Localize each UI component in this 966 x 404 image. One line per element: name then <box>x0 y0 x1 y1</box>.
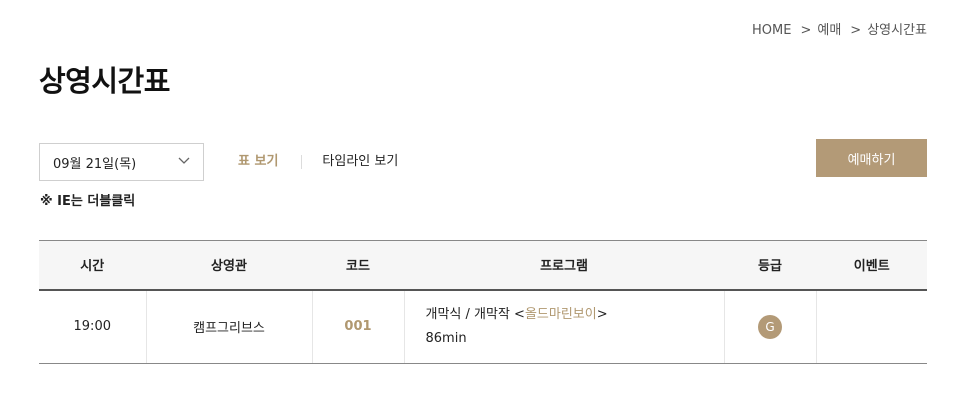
grade-badge-icon: G <box>758 314 782 339</box>
cell-time: 19:00 <box>39 289 146 364</box>
date-select[interactable]: 09월 21일(목) <box>39 143 204 181</box>
cell-venue: 캠프그리브스 <box>145 289 312 364</box>
film-title-link[interactable]: 올드마린보이 <box>525 307 597 322</box>
breadcrumb-current: 상영시간표 <box>867 23 927 38</box>
cell-code: 001 <box>311 289 404 364</box>
breadcrumb-separator: > <box>800 23 812 38</box>
column-header-program: 프로그램 <box>403 240 724 291</box>
cell-grade: G <box>723 289 816 364</box>
breadcrumb: HOME > 예매 > 상영시간표 <box>752 22 927 40</box>
column-header-time: 시간 <box>39 240 146 291</box>
ie-double-click-note: ※ IE는 더블클릭 <box>40 194 136 209</box>
breadcrumb-separator: > <box>850 23 862 38</box>
reserve-button[interactable]: 예매하기 <box>816 139 927 177</box>
chevron-down-icon <box>178 157 190 164</box>
program-duration: 86min <box>425 330 467 346</box>
breadcrumb-home[interactable]: HOME <box>752 22 791 40</box>
column-header-venue: 상영관 <box>145 240 312 291</box>
program-suffix: > <box>596 306 608 322</box>
breadcrumb-reservation[interactable]: 예매 <box>817 22 841 40</box>
code-value: 001 <box>344 319 372 335</box>
column-header-event: 이벤트 <box>815 240 927 291</box>
view-tabs: 표 보기 타임라인 보기 <box>238 153 398 171</box>
page-title: 상영시간표 <box>39 64 170 98</box>
program-name: 개막식 / 개막작 <올드마린보이> <box>426 303 724 327</box>
tab-divider <box>301 155 303 169</box>
cell-event <box>815 289 927 364</box>
tab-timeline-view[interactable]: 타임라인 보기 <box>322 153 398 171</box>
schedule-table: 시간 상영관 코드 프로그램 등급 이벤트 19:00 캠프그리브스 001 개… <box>39 240 927 364</box>
program-prefix: 개막식 / 개막작 < <box>425 306 525 322</box>
tab-table-view[interactable]: 표 보기 <box>238 153 278 171</box>
table-header-row: 시간 상영관 코드 프로그램 등급 이벤트 <box>39 240 927 291</box>
date-select-value: 09월 21일(목) <box>53 156 137 172</box>
column-header-code: 코드 <box>311 240 404 291</box>
cell-program: 개막식 / 개막작 <올드마린보이> 86min <box>403 289 724 364</box>
column-header-grade: 등급 <box>723 240 816 291</box>
table-row[interactable]: 19:00 캠프그리브스 001 개막식 / 개막작 <올드마린보이> 86mi… <box>39 289 927 364</box>
